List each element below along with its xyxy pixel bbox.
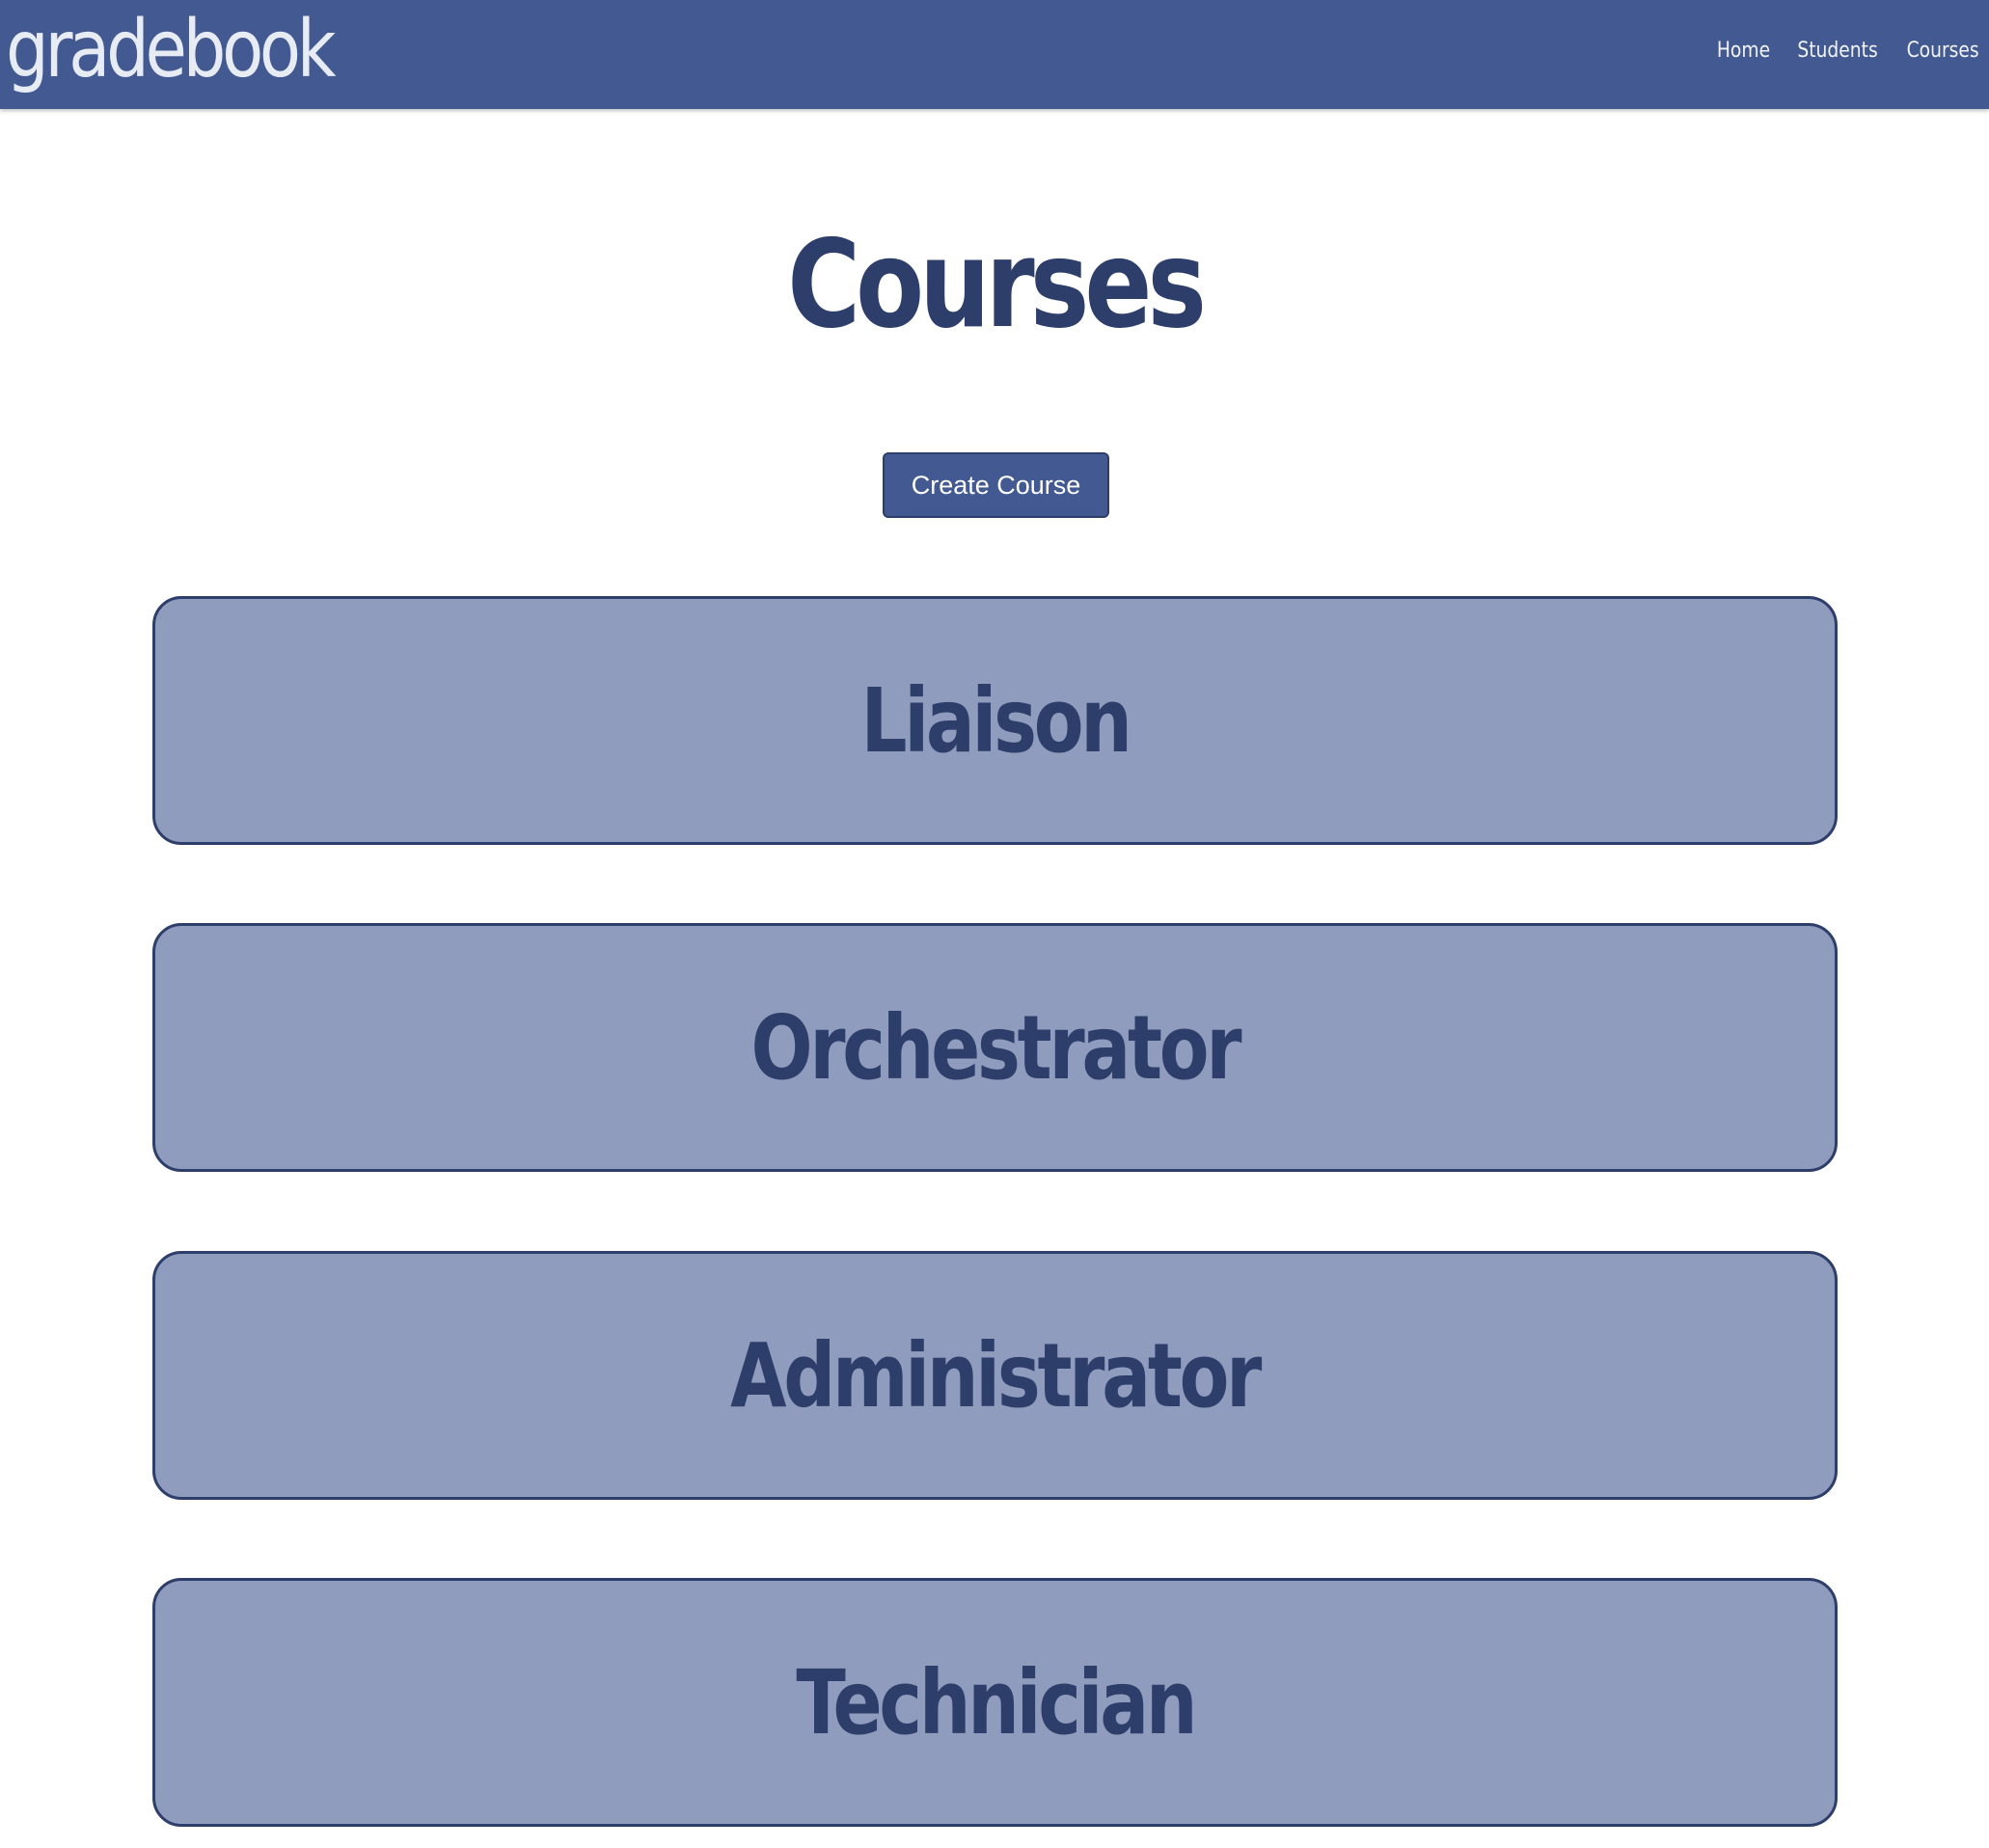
- course-card-orchestrator[interactable]: Orchestrator: [152, 923, 1838, 1172]
- course-card-technician[interactable]: Technician: [152, 1578, 1838, 1827]
- course-card-liaison[interactable]: Liaison: [152, 596, 1838, 845]
- create-course-button[interactable]: Create Course: [883, 452, 1109, 518]
- course-name: Orchestrator: [750, 995, 1242, 1100]
- course-name: Technician: [796, 1650, 1197, 1754]
- nav-link-home[interactable]: Home: [1717, 39, 1770, 63]
- course-card-administrator[interactable]: Administrator: [152, 1251, 1838, 1500]
- nav-link-courses[interactable]: Courses: [1906, 39, 1978, 63]
- nav-links: Home Students Courses: [1712, 0, 1985, 100]
- brand-logo[interactable]: gradebook: [6, 0, 337, 104]
- course-name: Administrator: [730, 1323, 1263, 1427]
- course-name: Liaison: [860, 668, 1131, 773]
- page-title: Courses: [0, 207, 1989, 362]
- top-navbar: gradebook Home Students Courses: [0, 0, 1989, 109]
- page-title-text: Courses: [787, 213, 1207, 355]
- nav-link-students[interactable]: Students: [1797, 39, 1877, 63]
